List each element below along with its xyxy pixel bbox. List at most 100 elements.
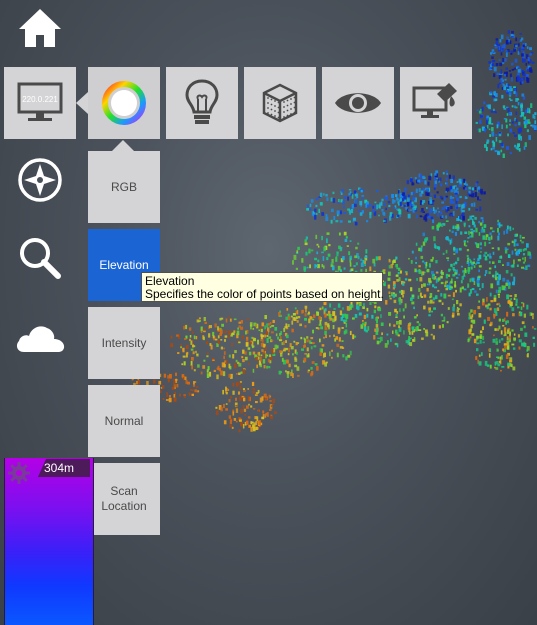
navigation-button[interactable] [14,154,66,206]
point [343,196,347,199]
point [460,219,463,222]
cloud-button[interactable] [14,312,66,364]
legend-settings-button[interactable] [7,461,31,485]
color-menu-pointer [112,140,134,151]
lighting-button[interactable] [166,67,238,139]
home-button[interactable] [14,2,66,54]
point [441,215,444,219]
point [473,202,476,207]
point [175,372,177,377]
point [488,61,491,64]
cloud-icon [16,326,65,352]
point [444,196,446,201]
point-display-button[interactable] [244,67,316,139]
point [267,358,270,363]
point [252,351,256,355]
point [223,347,225,350]
color-mode-button[interactable] [88,67,160,139]
point [419,173,422,179]
point [486,125,489,129]
point [396,343,399,348]
point [246,405,249,409]
point [498,232,500,236]
point [459,215,461,220]
point [424,266,428,269]
visibility-button[interactable] [322,67,394,139]
point [334,315,337,321]
point [527,264,531,267]
point [271,325,275,327]
color-option-rgb[interactable]: RGB [88,151,160,223]
point [505,40,509,45]
point [498,286,502,291]
point [404,187,407,192]
point [395,274,399,277]
point [456,276,459,279]
point [338,199,340,203]
point [315,197,319,201]
point [485,236,488,240]
point [498,59,501,61]
point [179,393,181,397]
point [330,208,334,213]
point [412,208,415,213]
point [257,339,259,345]
point [506,341,509,347]
point [492,141,496,147]
point [332,266,335,271]
point [512,347,516,350]
point [408,209,410,212]
point [328,310,331,314]
point [388,265,392,269]
point [173,394,176,398]
point [427,300,430,304]
color-option-intensity[interactable]: Intensity [88,307,160,379]
point [453,253,456,255]
display-settings-button[interactable]: 220.0.221 [4,67,76,139]
point [304,242,308,246]
point [504,71,507,74]
point [470,324,473,329]
point [373,335,376,340]
point [476,283,480,287]
point [316,366,319,371]
background-settings-button[interactable] [400,67,472,139]
point [486,297,488,302]
point [478,300,480,303]
color-option-scan-location[interactable]: Scan Location [88,463,160,535]
point [264,325,266,330]
point [223,351,226,355]
point [406,180,410,185]
point [366,313,369,318]
point [482,302,485,306]
point [248,362,250,365]
point [517,102,520,106]
point [378,307,382,312]
point [480,217,484,220]
point [330,197,333,202]
point [507,30,510,34]
point [517,334,520,338]
point [336,352,339,358]
point [433,194,436,198]
color-option-normal[interactable]: Normal [88,385,160,457]
point [409,209,413,211]
point [264,397,267,400]
point [252,408,256,410]
point [449,229,451,232]
point [303,345,305,348]
point [270,405,273,408]
point [512,281,515,286]
point [478,275,481,278]
point [459,195,462,199]
point [440,195,443,199]
point [332,191,335,195]
point [312,342,315,345]
point [505,320,507,325]
point [509,86,512,90]
point [415,242,418,246]
search-button[interactable] [14,232,66,284]
point [183,361,186,366]
point [365,249,368,254]
point [420,179,424,182]
